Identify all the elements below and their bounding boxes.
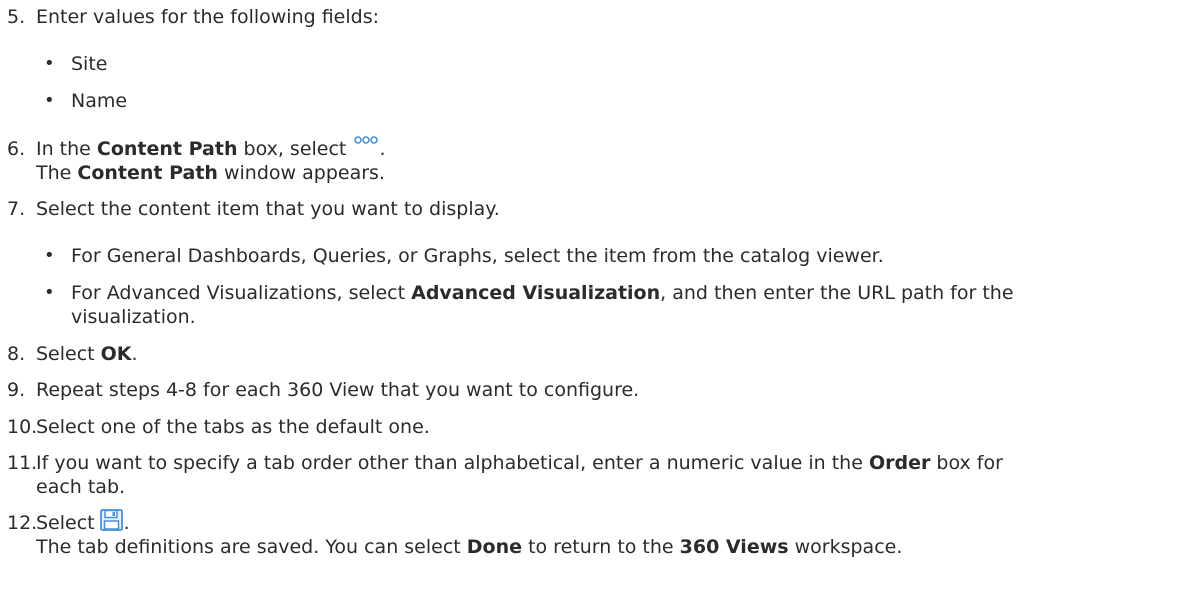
step-12-result: The tab definitions are saved. You can s…: [36, 536, 903, 558]
bullet-marker: •: [44, 53, 55, 74]
save-icon: [99, 508, 123, 531]
step-7-bullet-2-continued: visualization.: [71, 306, 196, 328]
step-7-bullet-1: For General Dashboards, Queries, or Grap…: [71, 245, 884, 267]
more-options-icon: [354, 135, 379, 144]
bullet-marker: •: [44, 245, 55, 266]
step-5-number: 5.: [7, 6, 26, 28]
step-5-text: Enter values for the following fields:: [36, 6, 380, 28]
content-path-term: Content Path: [96, 138, 238, 160]
step-9-text: Repeat steps 4-8 for each 360 View that …: [36, 379, 640, 401]
step-11-number: 11.: [7, 452, 38, 474]
step-6-result: The Content Path window appears.: [36, 162, 385, 184]
bullet-marker: •: [44, 282, 55, 303]
step-7-text: Select the content item that you want to…: [36, 198, 500, 220]
step-6-number: 6.: [7, 138, 26, 160]
step-7-number: 7.: [7, 198, 26, 220]
step-10-text: Select one of the tabs as the default on…: [36, 416, 430, 438]
field-site: Site: [71, 53, 108, 75]
step-9-number: 9.: [7, 379, 26, 401]
step-6-text: In the Content Path box, select .: [36, 135, 385, 161]
step-7-bullet-2: For Advanced Visualizations, select Adva…: [71, 282, 1014, 304]
step-11-text: If you want to specify a tab order other…: [36, 452, 1003, 474]
step-12-number: 12.: [7, 512, 38, 534]
step-12-text: Select.: [36, 508, 130, 535]
step-10-number: 10.: [7, 416, 38, 438]
step-8-text: Select OK.: [36, 343, 138, 365]
step-11-text-continued: each tab.: [36, 476, 126, 498]
bullet-marker: •: [44, 90, 55, 111]
step-8-number: 8.: [7, 343, 26, 365]
field-name: Name: [71, 90, 128, 112]
